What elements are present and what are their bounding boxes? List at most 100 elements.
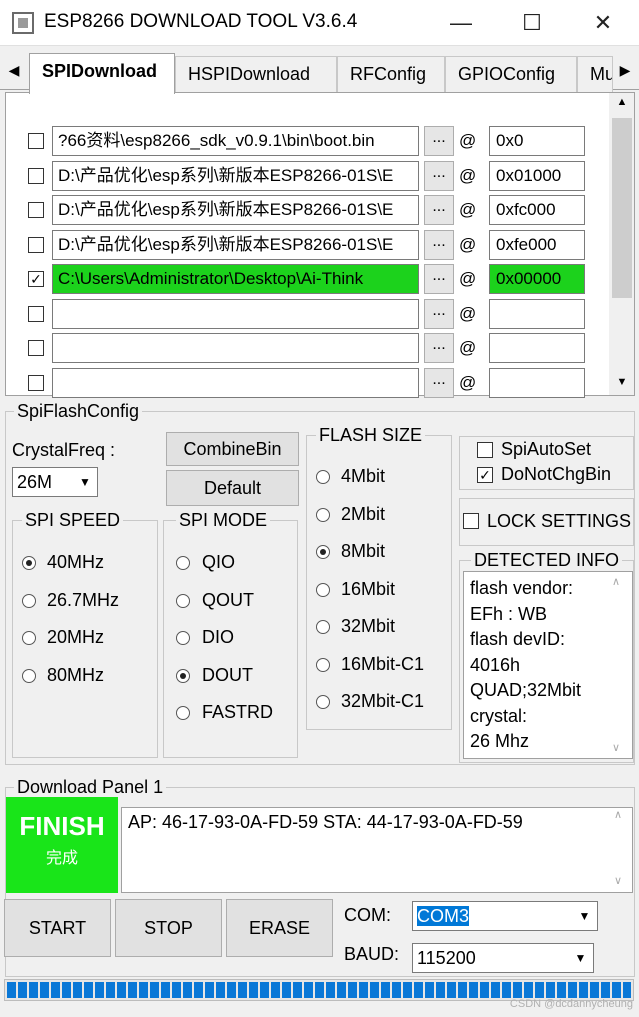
radio-label: DOUT	[202, 665, 253, 685]
radio-8mbit[interactable]	[316, 545, 330, 559]
baud-select[interactable]: 115200 ▼	[412, 943, 594, 973]
file-enable-checkbox[interactable]: ✓	[28, 271, 44, 287]
combine-bin-button[interactable]: CombineBin	[166, 432, 299, 466]
file-path-input[interactable]: D:\产品优化\esp系列\新版本ESP8266-01S\E	[52, 161, 419, 191]
flash-address-input[interactable]: 0x01000	[489, 161, 585, 191]
chevron-down-icon: ▼	[79, 475, 91, 489]
com-select[interactable]: COM3 ▼	[412, 901, 598, 931]
file-enable-checkbox[interactable]	[28, 340, 44, 356]
crystal-freq-select[interactable]: 26M ▼	[12, 467, 98, 497]
maximize-button[interactable]: ☐	[509, 6, 555, 40]
radio-qout[interactable]	[176, 594, 190, 608]
file-path-input[interactable]	[52, 299, 419, 329]
progress-segment	[84, 982, 93, 998]
tab-scroll-right-icon[interactable]: ▶	[614, 56, 636, 84]
browse-button[interactable]: ...	[424, 299, 454, 329]
file-path-input[interactable]: D:\产品优化\esp系列\新版本ESP8266-01S\E	[52, 195, 419, 225]
radio-32mbit[interactable]	[316, 620, 330, 634]
log-scroll-down-icon[interactable]: ∨	[614, 874, 622, 887]
file-path-input[interactable]: D:\产品优化\esp系列\新版本ESP8266-01S\E	[52, 230, 419, 260]
radio-40mhz[interactable]	[22, 556, 36, 570]
browse-button[interactable]: ...	[424, 126, 454, 156]
browse-button[interactable]: ...	[424, 368, 454, 398]
progress-segment	[524, 982, 533, 998]
radio-26-7mhz[interactable]	[22, 594, 36, 608]
radio-16mbit-c1[interactable]	[316, 658, 330, 672]
progress-segment	[139, 982, 148, 998]
file-path-input[interactable]	[52, 333, 419, 363]
radio-16mbit[interactable]	[316, 583, 330, 597]
browse-button[interactable]: ...	[424, 333, 454, 363]
default-button[interactable]: Default	[166, 470, 299, 506]
progress-segment	[315, 982, 324, 998]
file-enable-checkbox[interactable]	[28, 202, 44, 218]
browse-button[interactable]: ...	[424, 195, 454, 225]
flash-address-input[interactable]	[489, 299, 585, 329]
browse-button[interactable]: ...	[424, 264, 454, 294]
tab-scroll-left-icon[interactable]: ◀	[3, 56, 25, 84]
radio-dout[interactable]	[176, 669, 190, 683]
log-scroll-up-icon[interactable]: ∧	[614, 808, 622, 821]
file-enable-checkbox[interactable]	[28, 168, 44, 184]
file-enable-checkbox[interactable]	[28, 237, 44, 253]
flash-address-input[interactable]	[489, 368, 585, 398]
tab-spidownload[interactable]: SPIDownload	[29, 53, 175, 94]
progress-segment	[271, 982, 280, 998]
file-enable-checkbox[interactable]	[28, 133, 44, 149]
file-row: ?66资料\esp8266_sdk_v0.9.1\bin\boot.bin...…	[0, 125, 610, 157]
erase-button[interactable]: ERASE	[226, 899, 333, 957]
spi-auto-set-checkbox[interactable]	[477, 442, 493, 458]
close-button[interactable]: ✕	[580, 6, 626, 40]
file-path-input[interactable]: C:\Users\Administrator\Desktop\Ai-Think	[52, 264, 419, 294]
radio-2mbit[interactable]	[316, 508, 330, 522]
progress-segment	[557, 982, 566, 998]
radio-qio[interactable]	[176, 556, 190, 570]
title-bar: ESP8266 DOWNLOAD TOOL V3.6.4 — ☐ ✕	[0, 0, 639, 46]
radio-32mbit-c1[interactable]	[316, 695, 330, 709]
file-path-input[interactable]: ?66资料\esp8266_sdk_v0.9.1\bin\boot.bin	[52, 126, 419, 156]
tab-more[interactable]: Mu	[577, 56, 613, 92]
file-enable-checkbox[interactable]	[28, 375, 44, 391]
tab-rfconfig[interactable]: RFConfig	[337, 56, 445, 92]
tab-hspidownload[interactable]: HSPIDownload	[175, 56, 337, 92]
flash-address-input[interactable]	[489, 333, 585, 363]
info-scroll-up-icon[interactable]: ∧	[612, 570, 620, 596]
browse-button[interactable]: ...	[424, 161, 454, 191]
detected-info-text: flash vendor: EFh : WB flash devID: 4016…	[463, 571, 633, 759]
flash-address-input[interactable]: 0xfc000	[489, 195, 585, 225]
flash-address-input[interactable]: 0x0	[489, 126, 585, 156]
radio-80mhz[interactable]	[22, 669, 36, 683]
radio-dio[interactable]	[176, 631, 190, 645]
radio-20mhz[interactable]	[22, 631, 36, 645]
file-path-input[interactable]	[52, 368, 419, 398]
info-line: flash vendor:	[470, 578, 574, 598]
progress-segment	[62, 982, 71, 998]
scroll-down-icon[interactable]: ▼	[612, 376, 632, 394]
progress-segment	[238, 982, 247, 998]
radio-label: 80MHz	[47, 665, 105, 685]
flash-address-input[interactable]: 0xfe000	[489, 230, 585, 260]
radio-label: QOUT	[202, 590, 254, 610]
file-enable-checkbox[interactable]	[28, 306, 44, 322]
start-button[interactable]: START	[4, 899, 111, 957]
tab-gpioconfig[interactable]: GPIOConfig	[445, 56, 577, 92]
spi-speed-title: SPI SPEED	[22, 510, 124, 531]
minimize-button[interactable]: —	[438, 6, 484, 40]
radio-fastrd[interactable]	[176, 706, 190, 720]
info-line: EFh : WB	[470, 603, 548, 624]
radio-label: 16Mbit	[341, 579, 396, 599]
lock-settings-checkbox[interactable]	[463, 513, 479, 529]
radio-4mbit[interactable]	[316, 470, 330, 484]
info-scroll-down-icon[interactable]: ∨	[612, 736, 620, 762]
crystal-freq-value: 26M	[17, 472, 53, 492]
baud-value: 115200	[417, 948, 476, 968]
file-row: D:\产品优化\esp系列\新版本ESP8266-01S\E... @0x0100…	[0, 160, 610, 192]
do-not-chg-bin-checkbox[interactable]: ✓	[477, 467, 493, 483]
radio-label: 8Mbit	[341, 541, 386, 561]
scroll-up-icon[interactable]: ▲	[612, 96, 632, 114]
browse-button[interactable]: ...	[424, 230, 454, 260]
flash-address-input[interactable]: 0x00000	[489, 264, 585, 294]
stop-button[interactable]: STOP	[115, 899, 222, 957]
log-output: AP: 46-17-93-0A-FD-59 STA: 44-17-93-0A-F…	[121, 807, 633, 893]
scrollbar-thumb[interactable]	[612, 118, 632, 298]
